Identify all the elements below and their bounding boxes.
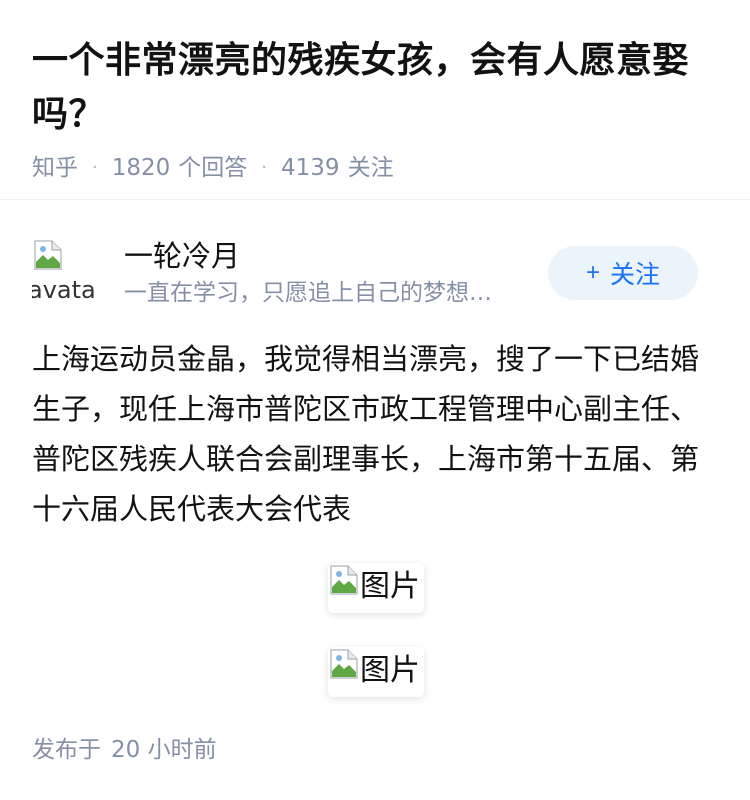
answer-body: 上海运动员金晶，我觉得相当漂亮，搜了一下已结婚生子，现任上海市普陀区市政工程管理…	[32, 342, 700, 526]
publish-label: 发布于	[32, 737, 101, 763]
follower-count: 4139	[281, 155, 340, 181]
source-label[interactable]: 知乎	[32, 152, 78, 184]
publish-time: 20 小时前	[111, 737, 217, 763]
follower-count-label: 关注	[347, 155, 394, 181]
broken-image-icon	[330, 565, 358, 595]
answer-image[interactable]: 图片	[328, 563, 424, 613]
plus-icon: +	[585, 259, 600, 286]
meta-separator: ·	[261, 157, 268, 178]
author-bio: 一直在学习，只愿追上自己的梦想…	[124, 280, 492, 306]
author-name[interactable]: 一轮冷月	[124, 238, 240, 274]
follow-button-label: 关注	[610, 261, 661, 289]
publish-info: 发布于 20 小时前	[32, 735, 217, 765]
author-row: avatar 一轮冷月 一直在学习，只愿追上自己的梦想… + 关注	[32, 238, 718, 308]
answer-count-label: 个回答	[178, 155, 248, 181]
broken-image-icon	[330, 649, 358, 679]
section-divider	[0, 199, 750, 200]
meta-separator: ·	[92, 157, 98, 178]
question-meta: 知乎 · 1820 个回答 · 4139 关注	[32, 152, 718, 184]
avatar-alt-text: avatar	[32, 276, 96, 302]
broken-image-icon	[34, 240, 62, 270]
follow-button[interactable]: + 关注	[548, 246, 698, 300]
answer-image[interactable]: 图片	[328, 647, 424, 697]
answer-count: 1820	[111, 155, 171, 181]
question-header: 一个非常漂亮的残疾女孩，会有人愿意娶吗？ 知乎 · 1820 个回答 · 413…	[0, 0, 750, 184]
image-alt-text: 图片	[360, 569, 420, 604]
avatar[interactable]: avatar	[32, 238, 96, 302]
question-title[interactable]: 一个非常漂亮的残疾女孩，会有人愿意娶吗？	[32, 34, 722, 142]
image-alt-text: 图片	[360, 653, 420, 688]
